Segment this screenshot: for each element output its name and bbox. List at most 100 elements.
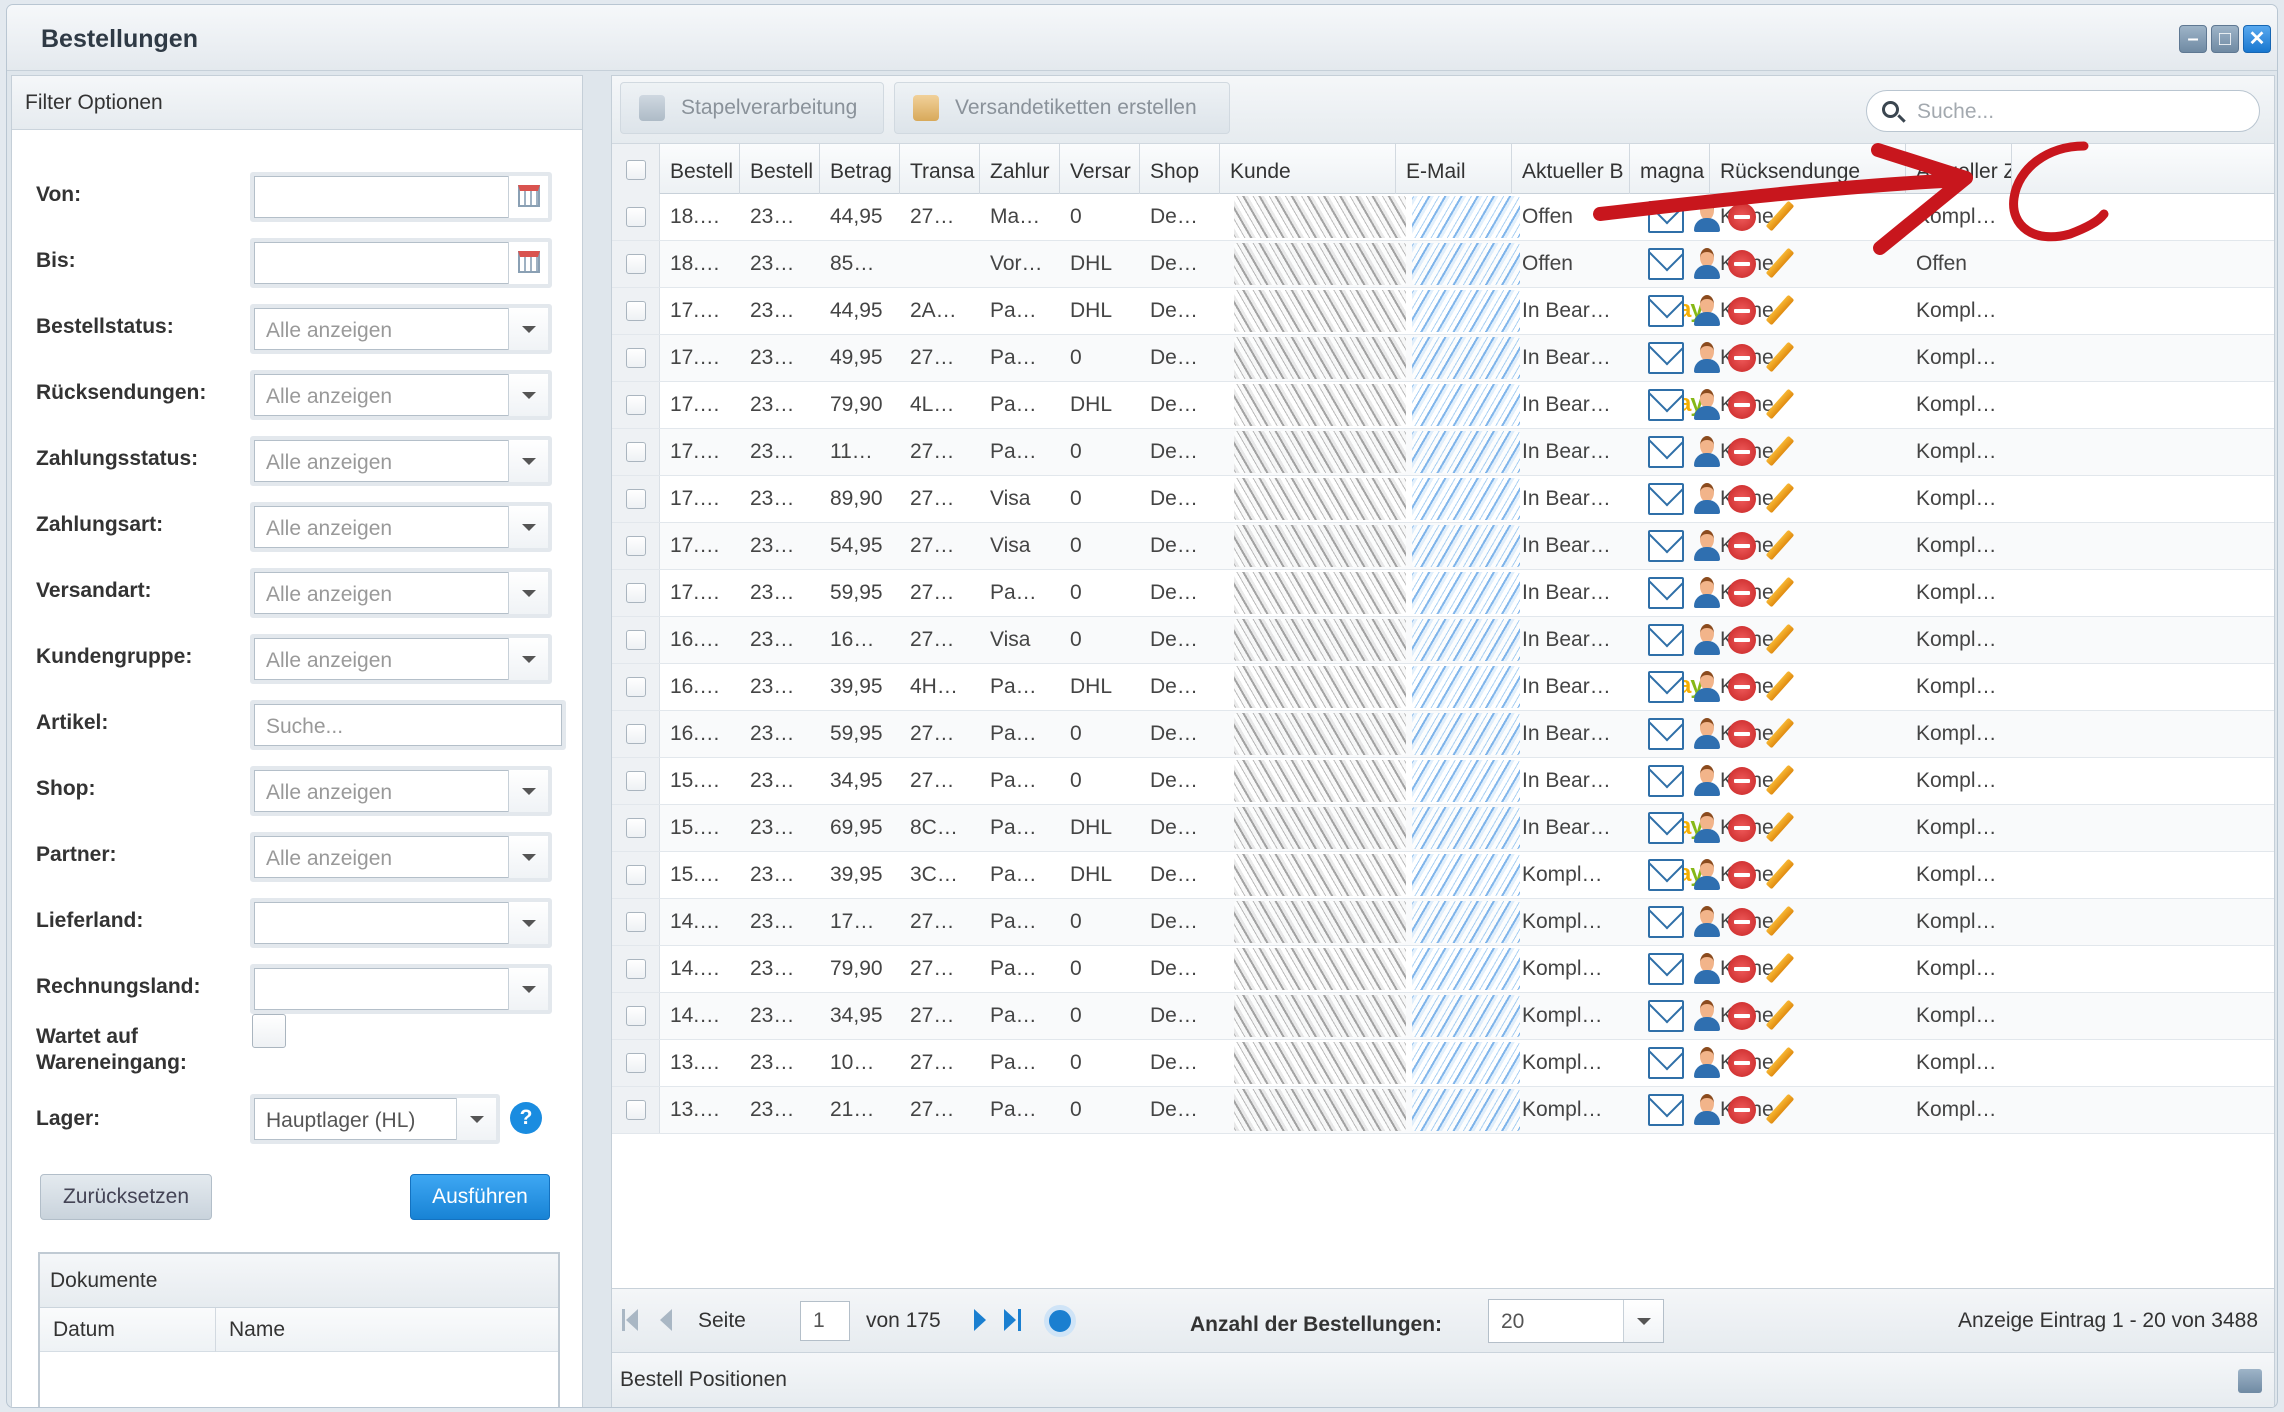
edit-pencil-icon[interactable] xyxy=(1764,530,1794,562)
customer-icon[interactable] xyxy=(1692,201,1722,233)
customer-icon[interactable] xyxy=(1692,624,1722,656)
delete-icon[interactable] xyxy=(1728,485,1756,513)
table-row[interactable]: 14.…23…79,9027…Pa…0De…Kompl…KeineKompl… xyxy=(612,946,2274,993)
row-checkbox[interactable] xyxy=(626,301,646,321)
table-row[interactable]: 17.…23…54,9527…Visa0De…In Bear…KeineKomp… xyxy=(612,523,2274,570)
delete-icon[interactable] xyxy=(1728,344,1756,372)
edit-pencil-icon[interactable] xyxy=(1764,624,1794,656)
edit-pencil-icon[interactable] xyxy=(1764,295,1794,327)
customer-icon[interactable] xyxy=(1692,483,1722,515)
mail-icon[interactable] xyxy=(1648,718,1684,750)
table-row[interactable]: 17.…23…79,904L…Pa…DHLDe…In Bear…KeineKom… xyxy=(612,382,2274,429)
chevron-down-icon[interactable] xyxy=(508,374,548,416)
customer-icon[interactable] xyxy=(1692,671,1722,703)
customer-icon[interactable] xyxy=(1692,765,1722,797)
customer-icon[interactable] xyxy=(1692,859,1722,891)
create-shipping-labels-button[interactable]: Versandetiketten erstellen xyxy=(894,82,1230,134)
first-page-arrow[interactable] xyxy=(626,1309,638,1331)
edit-pencil-icon[interactable] xyxy=(1764,1047,1794,1079)
column-header-3[interactable]: Transa xyxy=(900,144,980,194)
customer-icon[interactable] xyxy=(1692,812,1722,844)
table-row[interactable]: 18.…23…85…Vor…DHLDe…OffenKeineOffen xyxy=(612,241,2274,288)
delete-icon[interactable] xyxy=(1728,203,1756,231)
mail-icon[interactable] xyxy=(1648,295,1684,327)
expand-icon[interactable] xyxy=(2238,1369,2262,1393)
chevron-down-icon[interactable] xyxy=(508,836,548,878)
prev-page-icon[interactable] xyxy=(660,1309,672,1331)
chevron-down-icon[interactable] xyxy=(508,770,548,812)
customer-icon[interactable] xyxy=(1692,906,1722,938)
wartet-checkbox[interactable] xyxy=(252,1014,286,1048)
table-row[interactable]: 16.…23…39,954H…Pa…DHLDe…In Bear…KeineKom… xyxy=(612,664,2274,711)
column-header-11[interactable]: Rücksendunge xyxy=(1710,144,1906,194)
col-datum[interactable]: Datum xyxy=(40,1308,216,1352)
run-button[interactable]: Ausführen xyxy=(410,1174,550,1220)
mail-icon[interactable] xyxy=(1648,859,1684,891)
chevron-down-icon[interactable] xyxy=(508,440,548,482)
table-row[interactable]: 13.…23…10…27…Pa…0De…Kompl…KeineKompl… xyxy=(612,1040,2274,1087)
chevron-down-icon[interactable] xyxy=(508,968,548,1010)
delete-icon[interactable] xyxy=(1728,955,1756,983)
column-header-9[interactable]: Aktueller B xyxy=(1512,144,1630,194)
edit-pencil-icon[interactable] xyxy=(1764,859,1794,891)
row-checkbox[interactable] xyxy=(626,536,646,556)
delete-icon[interactable] xyxy=(1728,720,1756,748)
col-name[interactable]: Name xyxy=(216,1308,285,1352)
mail-icon[interactable] xyxy=(1648,201,1684,233)
von-date-field[interactable] xyxy=(250,172,552,222)
mail-icon[interactable] xyxy=(1648,577,1684,609)
delete-icon[interactable] xyxy=(1728,532,1756,560)
help-icon[interactable]: ? xyxy=(510,1102,542,1134)
edit-pencil-icon[interactable] xyxy=(1764,436,1794,468)
customer-icon[interactable] xyxy=(1692,530,1722,562)
edit-pencil-icon[interactable] xyxy=(1764,342,1794,374)
table-row[interactable]: 15.…23…69,958C…Pa…DHLDe…In Bear…KeineKom… xyxy=(612,805,2274,852)
row-checkbox[interactable] xyxy=(626,724,646,744)
delete-icon[interactable] xyxy=(1728,438,1756,466)
row-checkbox[interactable] xyxy=(626,583,646,603)
edit-pencil-icon[interactable] xyxy=(1764,953,1794,985)
page-input[interactable]: 1 xyxy=(800,1301,850,1341)
edit-pencil-icon[interactable] xyxy=(1764,1094,1794,1126)
customer-icon[interactable] xyxy=(1692,1094,1722,1126)
row-checkbox[interactable] xyxy=(626,818,646,838)
row-checkbox[interactable] xyxy=(626,912,646,932)
edit-pencil-icon[interactable] xyxy=(1764,389,1794,421)
search-input[interactable]: Suche... xyxy=(1866,90,2260,132)
row-checkbox[interactable] xyxy=(626,1006,646,1026)
table-row[interactable]: 14.…23…34,9527…Pa…0De…Kompl…KeineKompl… xyxy=(612,993,2274,1040)
row-checkbox[interactable] xyxy=(626,865,646,885)
close-button[interactable]: ✕ xyxy=(2243,25,2271,53)
mail-icon[interactable] xyxy=(1648,248,1684,280)
delete-icon[interactable] xyxy=(1728,391,1756,419)
delete-icon[interactable] xyxy=(1728,297,1756,325)
chevron-down-icon[interactable] xyxy=(508,308,548,350)
row-checkbox[interactable] xyxy=(626,442,646,462)
delete-icon[interactable] xyxy=(1728,626,1756,654)
mail-icon[interactable] xyxy=(1648,483,1684,515)
table-row[interactable]: 17.…23…44,952A…Pa…DHLDe…In Bear…KeineKom… xyxy=(612,288,2274,335)
delete-icon[interactable] xyxy=(1728,814,1756,842)
table-row[interactable]: 14.…23…17…27…Pa…0De…Kompl…KeineKompl… xyxy=(612,899,2274,946)
ruecksendungen-select[interactable]: Alle anzeigen xyxy=(250,370,552,420)
customer-icon[interactable] xyxy=(1692,1047,1722,1079)
row-checkbox[interactable] xyxy=(626,1100,646,1120)
select-all-checkbox[interactable] xyxy=(626,160,646,180)
minimize-button[interactable]: – xyxy=(2179,25,2207,53)
row-checkbox[interactable] xyxy=(626,348,646,368)
customer-icon[interactable] xyxy=(1692,342,1722,374)
next-page-icon[interactable] xyxy=(974,1309,986,1331)
calendar-icon[interactable] xyxy=(508,176,548,218)
count-select[interactable]: 20 xyxy=(1488,1299,1664,1343)
mail-icon[interactable] xyxy=(1648,671,1684,703)
table-row[interactable]: 17.…23…59,9527…Pa…0De…In Bear…KeineKompl… xyxy=(612,570,2274,617)
column-header-1[interactable]: Bestell xyxy=(740,144,820,194)
column-header-10[interactable]: magna xyxy=(1630,144,1710,194)
mail-icon[interactable] xyxy=(1648,342,1684,374)
mail-icon[interactable] xyxy=(1648,812,1684,844)
reset-button[interactable]: Zurücksetzen xyxy=(40,1174,212,1220)
mail-icon[interactable] xyxy=(1648,953,1684,985)
versandart-select[interactable]: Alle anzeigen xyxy=(250,568,552,618)
delete-icon[interactable] xyxy=(1728,767,1756,795)
customer-icon[interactable] xyxy=(1692,1000,1722,1032)
